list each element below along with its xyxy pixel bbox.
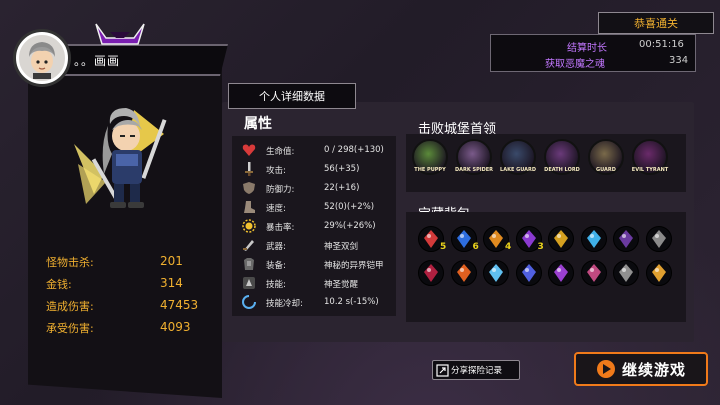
- attr-row-crit: 暴击率: 29%(+26%): [240, 218, 400, 236]
- attr-row-hp: 生命值: 0 / 298(+130): [240, 142, 400, 160]
- attr-value: 56(+35): [324, 164, 360, 174]
- weapon-icon: [243, 240, 254, 251]
- boss-name-label: LAKE GUARD: [500, 167, 536, 173]
- attr-value: 52(0)(+2%): [324, 202, 375, 212]
- attr-label: 生命值:: [266, 147, 295, 157]
- armor-icon: [244, 258, 254, 270]
- stat-damage-taken-value: 4093: [160, 320, 191, 334]
- attr-value: 神圣双剑: [324, 242, 359, 252]
- attr-row-speed: 速度: 52(0)(+2%): [240, 199, 400, 217]
- skill-icon: [243, 277, 255, 289]
- stat-money-label: 金钱:: [46, 278, 72, 291]
- attr-value: 神秘的异界铠甲: [324, 261, 384, 271]
- attr-row-armor: 装备: 神秘的异界铠甲: [240, 256, 400, 274]
- attr-row-cooldown: 技能冷却: 10.2 s(-15%): [240, 294, 400, 312]
- run-time-value: 00:51:16: [639, 39, 684, 50]
- share-icon: [436, 364, 449, 377]
- attr-label: 装备:: [266, 261, 286, 271]
- share-record-button[interactable]: 分享探险记录: [432, 360, 520, 380]
- stat-damage-dealt-label: 造成伤害:: [46, 300, 94, 313]
- share-record-label: 分享探险记录: [451, 366, 503, 376]
- purple-blade-icon[interactable]: [548, 260, 574, 286]
- item-count: 4: [505, 242, 512, 252]
- souls-label: 获取恶魔之魂: [545, 59, 605, 70]
- attr-label: 攻击:: [266, 166, 286, 176]
- attributes-title: 属性: [244, 116, 272, 132]
- item-count: 5: [440, 242, 447, 252]
- play-arrow-icon: [596, 360, 615, 378]
- tab-personal-details[interactable]: 个人详细数据: [228, 83, 356, 109]
- attr-label: 技能:: [266, 280, 286, 290]
- stat-kills-value: 201: [160, 254, 183, 268]
- ice-flower-icon[interactable]: [580, 226, 607, 252]
- item-count: 6: [472, 242, 479, 252]
- gold-gauntlet-icon[interactable]: [548, 226, 574, 252]
- bag-box: [406, 212, 686, 322]
- attr-value: 22(+16): [324, 183, 360, 193]
- item-count: 3: [537, 242, 544, 252]
- boss-name-label: DEATH LORD: [544, 167, 580, 173]
- ice-shard-icon[interactable]: [483, 260, 509, 286]
- lightning-icon[interactable]: [515, 260, 542, 286]
- run-time-label: 结算时长: [567, 43, 607, 54]
- attr-label: 武器:: [266, 242, 286, 252]
- attr-row-skill: 技能: 神圣觉醒: [240, 275, 400, 293]
- attr-value: 10.2 s(-15%): [324, 297, 379, 307]
- cooldown-icon: [242, 295, 256, 309]
- demon-horn-badge-icon: [95, 23, 145, 45]
- sword-icon: [245, 162, 253, 176]
- attr-label: 技能冷却:: [266, 299, 303, 309]
- attr-value: 神圣觉醒: [324, 280, 359, 290]
- shield-icon: [243, 182, 255, 194]
- souls-value: 334: [669, 55, 689, 66]
- attr-label: 防御力:: [266, 185, 295, 195]
- boss-name-label: EVIL TYRANT: [631, 167, 669, 173]
- stat-damage-dealt-value: 47453: [160, 298, 199, 312]
- hero-portrait-icon: [74, 108, 167, 208]
- demon-mask-icon[interactable]: [580, 260, 607, 286]
- player-avatar[interactable]: [16, 32, 68, 84]
- sun-icon: [242, 219, 256, 233]
- crimson-orb-icon[interactable]: [418, 260, 444, 286]
- attr-row-defense: 防御力: 22(+16): [240, 180, 400, 198]
- rune-circle-icon[interactable]: [613, 260, 639, 286]
- player-name: 。。画画: [74, 54, 121, 68]
- attr-label: 暴击率:: [266, 223, 295, 233]
- boss-name-label: THE PUPPY: [414, 167, 446, 173]
- run-summary-box: 结算时长 00:51:16 获取恶魔之魂 334: [490, 34, 696, 72]
- stat-damage-taken-label: 承受伤害:: [46, 322, 94, 335]
- congrats-banner: 恭喜通关: [598, 12, 714, 34]
- stat-kills-label: 怪物击杀:: [46, 256, 94, 269]
- heart-icon: [242, 144, 256, 156]
- dark-rune-icon[interactable]: [613, 226, 639, 252]
- gold-sun-icon[interactable]: [645, 260, 672, 286]
- continue-game-label: 继续游戏: [621, 360, 686, 379]
- attr-label: 速度:: [266, 204, 286, 214]
- stat-money-value: 314: [160, 276, 183, 290]
- attr-value: 29%(+26%): [324, 221, 376, 231]
- attr-row-weapon: 武器: 神圣双剑: [240, 237, 400, 255]
- attr-row-attack: 攻击: 56(+35): [240, 161, 400, 179]
- boot-icon: [244, 201, 255, 213]
- avatar-face-icon: [29, 42, 55, 79]
- boss-name-label: GUARD: [596, 167, 616, 173]
- continue-game-button[interactable]: 继续游戏: [574, 352, 708, 386]
- attr-value: 0 / 298(+130): [324, 145, 384, 155]
- player-name-bar: [40, 44, 228, 76]
- chain-icon[interactable]: [645, 226, 672, 252]
- boss-name-label: DARK SPIDER: [454, 167, 494, 173]
- fire-burst-icon[interactable]: [450, 260, 477, 286]
